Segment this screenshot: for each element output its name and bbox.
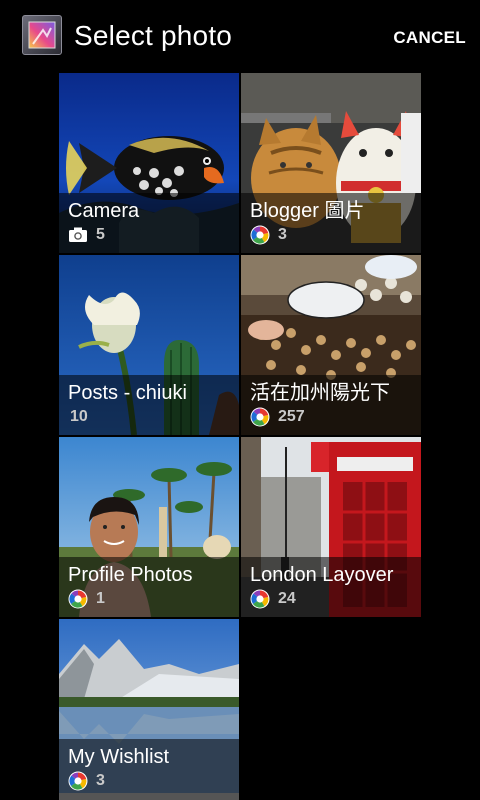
album-tile-my-wishlist[interactable]: My Wishlist 3 bbox=[59, 619, 239, 799]
picasa-icon bbox=[250, 225, 270, 245]
album-count: 24 bbox=[278, 590, 296, 607]
album-tile-blogger[interactable]: Blogger 圖片 3 bbox=[241, 73, 421, 253]
page-title: Select photo bbox=[74, 20, 233, 51]
album-meta: 3 bbox=[68, 771, 105, 791]
album-count: 3 bbox=[96, 772, 105, 789]
album-count: 10 bbox=[70, 408, 88, 425]
album-meta: 257 bbox=[250, 407, 305, 427]
picasa-icon bbox=[68, 589, 88, 609]
album-name: Blogger 圖片 bbox=[250, 200, 365, 222]
album-name: Posts - chiuki bbox=[68, 382, 187, 404]
album-meta: 24 bbox=[250, 589, 296, 609]
gallery-app-icon bbox=[22, 15, 62, 55]
picasa-icon bbox=[250, 589, 270, 609]
album-count: 257 bbox=[278, 408, 305, 425]
picasa-icon bbox=[250, 407, 270, 427]
album-tile-camera[interactable]: Camera 5 bbox=[59, 73, 239, 253]
picasa-icon bbox=[68, 771, 88, 791]
tile-bottom-edge bbox=[59, 793, 239, 800]
action-bar: Select photo CANCEL bbox=[0, 0, 480, 72]
cancel-button[interactable]: CANCEL bbox=[391, 24, 468, 52]
album-tile-posts-chiuki[interactable]: Posts - chiuki 10 bbox=[59, 255, 239, 435]
album-name: London Layover bbox=[250, 564, 394, 586]
album-name: 活在加州陽光下 bbox=[250, 382, 390, 404]
camera-icon bbox=[68, 225, 88, 245]
album-count: 5 bbox=[96, 226, 105, 243]
album-meta: 1 bbox=[68, 589, 105, 609]
album-tile-london-layover[interactable]: London Layover 24 bbox=[241, 437, 421, 617]
album-meta: 5 bbox=[68, 225, 105, 245]
album-meta: 10 bbox=[68, 407, 88, 427]
album-tile-california[interactable]: 活在加州陽光下 257 bbox=[241, 255, 421, 435]
album-count: 1 bbox=[96, 590, 105, 607]
album-name: Camera bbox=[68, 200, 140, 222]
album-name: My Wishlist bbox=[68, 746, 170, 768]
album-tile-profile-photos[interactable]: Profile Photos 1 bbox=[59, 437, 239, 617]
album-name: Profile Photos bbox=[68, 564, 193, 586]
album-meta: 3 bbox=[250, 225, 287, 245]
album-count: 3 bbox=[278, 226, 287, 243]
